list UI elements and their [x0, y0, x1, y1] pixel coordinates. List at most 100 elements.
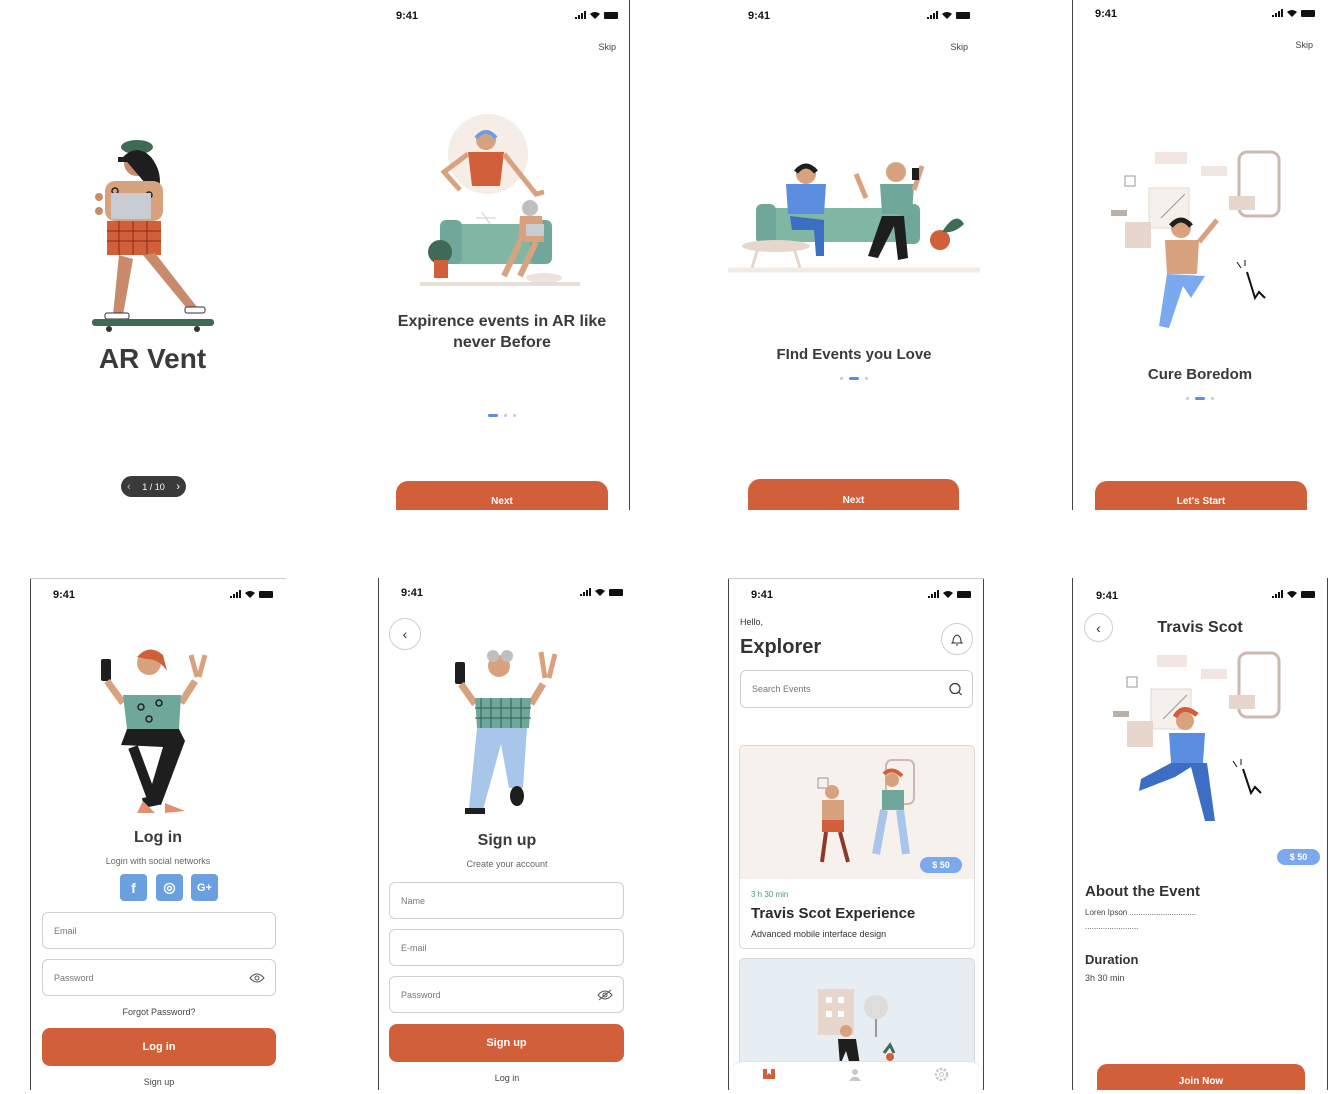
instagram-icon[interactable]: ◎ — [156, 874, 183, 901]
event-card[interactable]: $ 50 3 h 30 min Travis Scot Experience A… — [739, 745, 975, 949]
couch-illustration — [420, 114, 580, 286]
eye-icon[interactable] — [249, 973, 265, 983]
app-title: AR Vent — [98, 343, 207, 374]
ticket-icon[interactable] — [762, 1068, 776, 1080]
friends-illustration — [728, 162, 980, 273]
wifi-icon — [942, 12, 952, 19]
skip-button[interactable]: Skip — [598, 42, 616, 52]
join-now-button[interactable]: Join Now — [1097, 1064, 1305, 1090]
status-bar: 9:41 — [729, 579, 983, 609]
status-icons — [1272, 9, 1315, 17]
onboarding-title: Cure Boredom — [1147, 366, 1253, 383]
onboarding-screen-3: 9:41 Skip Cure Boredom Let's Start — [1075, 0, 1325, 510]
back-button[interactable]: ‹ — [389, 618, 421, 650]
signal-icon — [230, 590, 241, 598]
chevron-left-icon: ‹ — [402, 626, 408, 642]
about-text-continued: ........................ — [1085, 922, 1139, 931]
notification-button[interactable] — [941, 623, 973, 655]
user-icon[interactable] — [849, 1068, 861, 1081]
name-field[interactable]: Name — [389, 882, 624, 919]
page-indicator — [1075, 397, 1325, 400]
login-screen: 9:41 Log in Login with social networks f… — [31, 579, 285, 1090]
event-description: Advanced mobile interface design — [751, 929, 887, 939]
google-plus-icon[interactable]: G+ — [191, 874, 218, 901]
chevron-right-icon[interactable]: › — [176, 481, 180, 493]
login-link[interactable]: Log in — [379, 1073, 635, 1083]
status-time: 9:41 — [748, 10, 771, 22]
onboarding-title: Expirence events in AR like never Before — [397, 313, 607, 351]
status-time: 9:41 — [1096, 590, 1119, 602]
forgot-password-link[interactable]: Forgot Password? — [42, 1007, 276, 1017]
skip-button[interactable]: Skip — [950, 42, 968, 52]
battery-icon — [956, 11, 970, 19]
battery-icon — [609, 588, 623, 596]
duration-heading: Duration — [1085, 952, 1139, 967]
signal-icon — [575, 11, 586, 19]
greeting-text: Hello, — [740, 617, 764, 627]
wifi-icon — [595, 589, 605, 596]
wifi-icon — [1287, 10, 1297, 17]
price-badge: $ 50 — [1277, 849, 1320, 865]
next-button[interactable]: Next — [396, 481, 608, 510]
signup-link[interactable]: Sign up — [42, 1077, 276, 1087]
event-illustration — [1113, 651, 1281, 821]
signup-button[interactable]: Sign up — [389, 1024, 624, 1062]
chevron-left-icon[interactable]: ‹ — [127, 481, 131, 493]
login-button[interactable]: Log in — [42, 1028, 276, 1066]
separator — [1327, 578, 1328, 1090]
onboarding-screen-1: 9:41 Skip Expirence events in AR like ne… — [376, 0, 628, 510]
password-field[interactable]: Password — [389, 976, 624, 1013]
page-indicator — [728, 377, 980, 380]
wifi-icon — [590, 12, 600, 19]
signal-icon — [1272, 9, 1283, 17]
status-bar: 9:41 — [728, 0, 980, 30]
about-heading: About the Event — [1085, 883, 1200, 900]
status-icons — [928, 590, 971, 598]
event-illustration — [817, 759, 915, 863]
next-button[interactable]: Next — [748, 479, 959, 510]
pager-control[interactable]: ‹ 1 / 10 › — [121, 476, 186, 497]
pager-label: 1 / 10 — [142, 481, 165, 492]
peace-sign-illustration — [101, 649, 208, 813]
search-placeholder: Search Events — [752, 684, 811, 694]
splash-screen: AR Vent ‹ 1 / 10 › — [0, 0, 300, 510]
email-field[interactable]: E-mail — [389, 929, 624, 966]
separator — [1072, 0, 1073, 510]
separator — [629, 0, 630, 510]
separator — [983, 578, 984, 1090]
city-illustration — [818, 989, 896, 1065]
battery-icon — [259, 590, 273, 598]
status-time: 9:41 — [396, 10, 419, 22]
settings-icon[interactable] — [934, 1067, 949, 1082]
battery-icon — [957, 590, 971, 598]
skater-illustration — [92, 140, 214, 332]
onboarding-title: FInd Events you Love — [776, 346, 932, 363]
signal-icon — [1272, 590, 1283, 598]
battery-icon — [1301, 590, 1315, 598]
password-field[interactable]: Password — [42, 959, 276, 996]
wifi-icon — [943, 591, 953, 598]
explore-screen: 9:41 Hello, Explorer Search Events $ 50 … — [729, 579, 983, 1090]
tab-bar — [729, 1061, 983, 1090]
signup-subtitle: Create your account — [466, 859, 548, 869]
ar-illustration — [1111, 150, 1281, 328]
waving-illustration — [455, 650, 558, 814]
onboarding-screen-2: 9:41 Skip FInd Events you Love Next — [728, 0, 980, 510]
eye-off-icon[interactable] — [597, 989, 613, 1001]
password-placeholder: Password — [401, 989, 441, 1000]
email-field[interactable]: Email — [42, 912, 276, 949]
event-duration: 3 h 30 min — [751, 890, 789, 899]
user-name: Explorer — [740, 636, 822, 658]
facebook-icon[interactable]: f — [120, 874, 147, 901]
search-field[interactable]: Search Events — [740, 670, 973, 708]
signup-title: Sign up — [477, 832, 537, 849]
status-time: 9:41 — [1095, 8, 1118, 20]
battery-icon — [1301, 9, 1315, 17]
status-bar: 9:41 — [376, 0, 628, 30]
skip-button[interactable]: Skip — [1295, 40, 1313, 50]
status-bar: 9:41 — [1073, 579, 1327, 609]
email-placeholder: Email — [54, 925, 77, 936]
lets-start-button[interactable]: Let's Start — [1095, 481, 1307, 510]
search-icon[interactable] — [949, 682, 962, 696]
wifi-icon — [245, 591, 255, 598]
